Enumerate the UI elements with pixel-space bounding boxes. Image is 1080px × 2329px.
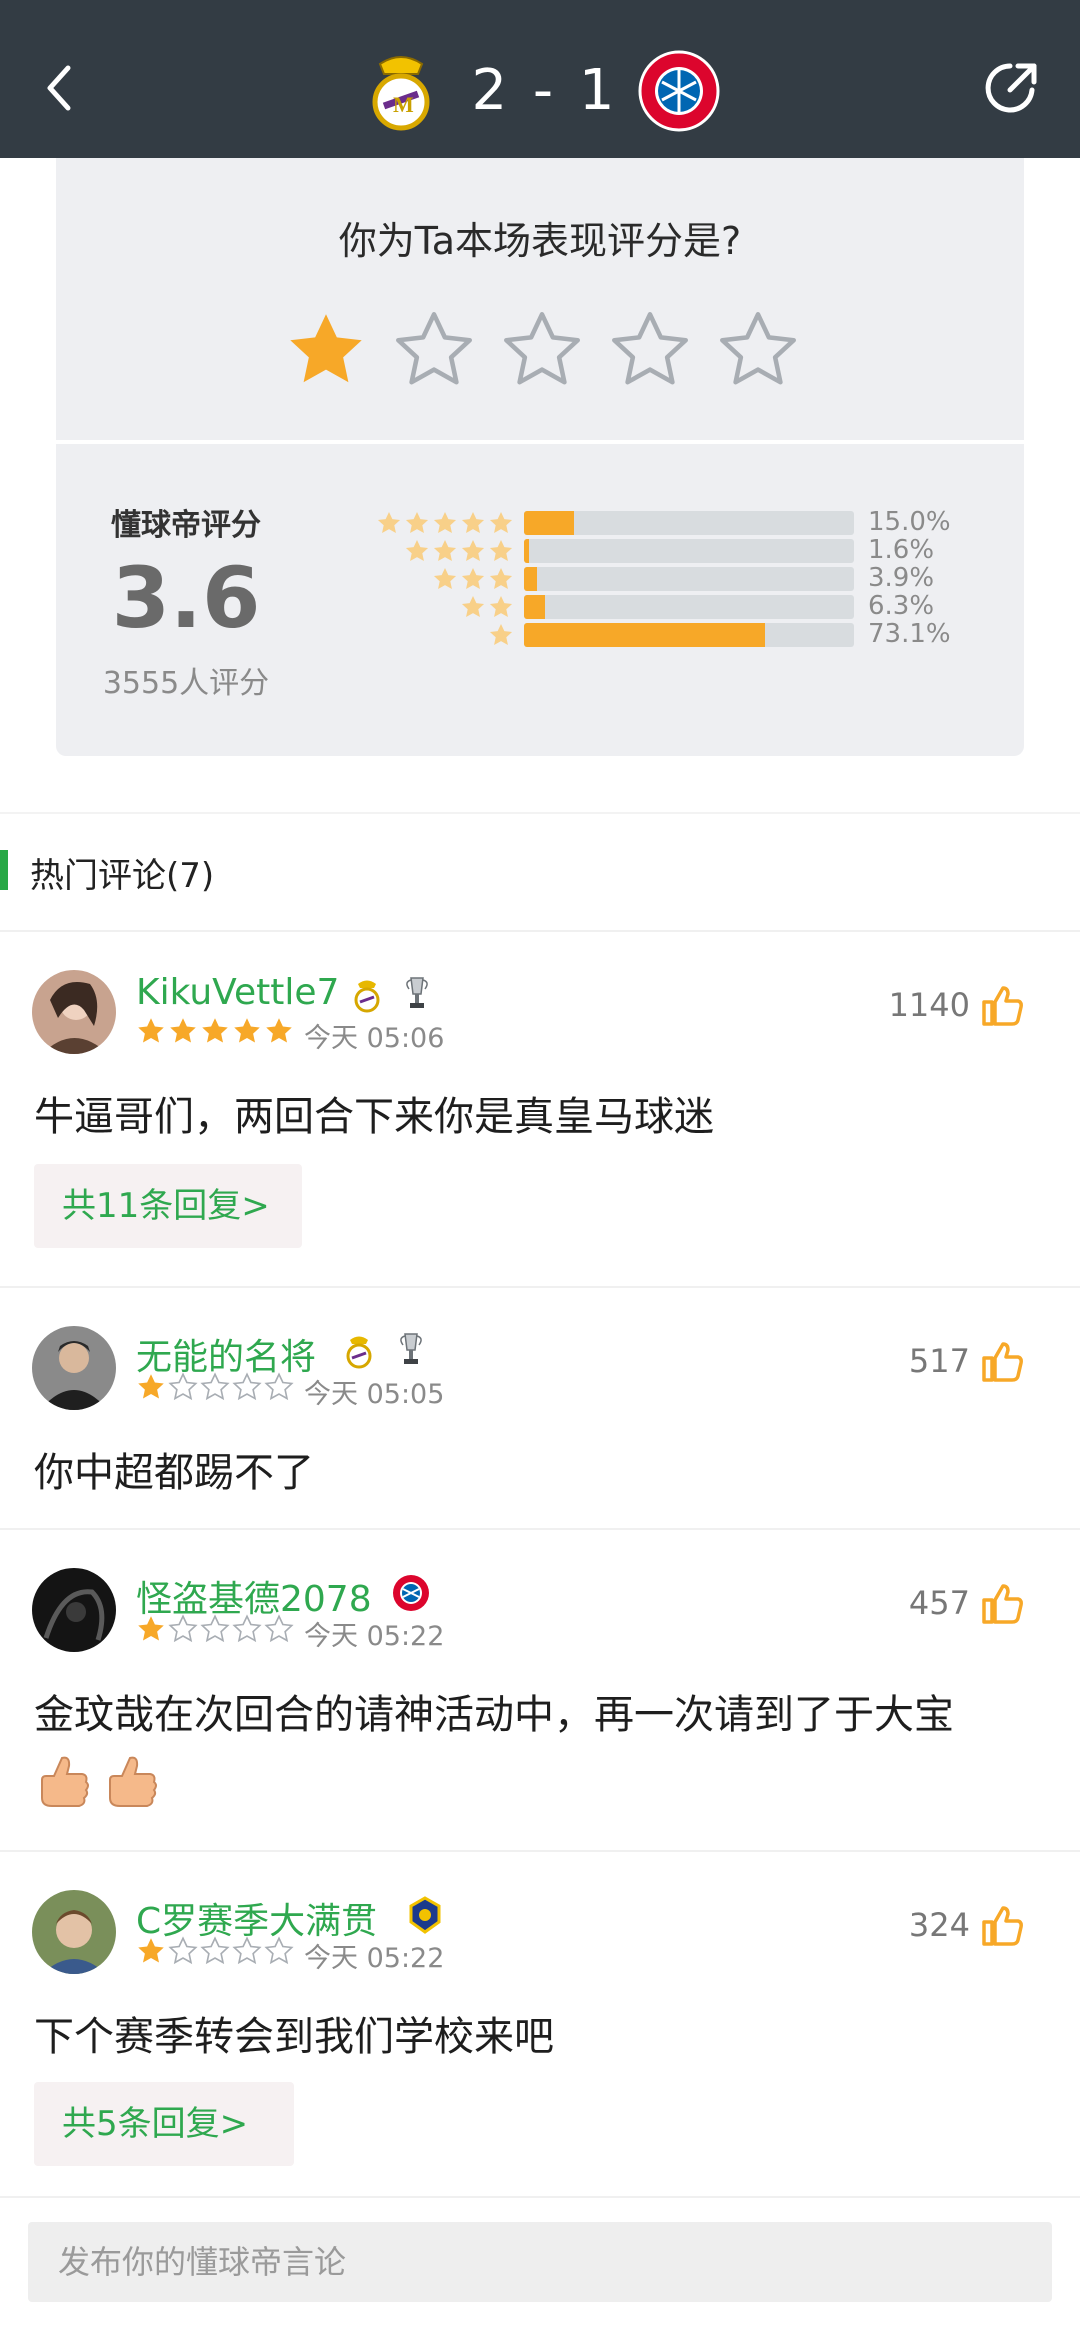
comment-text: 金玟哉在次回合的请神活动中，再一次请到了于大宝	[34, 1692, 954, 1738]
section-divider	[0, 812, 1080, 814]
distribution-stars	[488, 622, 514, 652]
rating-star-2-icon[interactable]	[392, 308, 476, 398]
real-madrid-badge-icon	[350, 976, 384, 1014]
distribution-bar-fill	[524, 567, 537, 591]
distribution-bar-track	[524, 539, 854, 563]
user-rating-stars[interactable]	[284, 308, 800, 398]
trophy-icon	[394, 1330, 428, 1368]
rating-star-4-icon[interactable]	[608, 308, 692, 398]
distribution-bar-fill	[524, 511, 574, 535]
avatar[interactable]	[32, 970, 116, 1054]
like-count: 324	[908, 1906, 970, 1944]
comment-input[interactable]: 发布你的懂球帝言论	[28, 2222, 1052, 2302]
rating-question: 你为Ta本场表现评分是?	[338, 219, 742, 263]
bayern-crest-icon	[638, 50, 720, 132]
comment-rating-stars	[136, 1016, 294, 1046]
comment-item: KikuVettle7 今天 05:06 1140 牛逼哥们，两回合下来你是真皇…	[0, 932, 1080, 1288]
avatar[interactable]	[32, 1568, 116, 1652]
distribution-row-3-star: 3.9%	[320, 563, 960, 593]
distribution-row-5-star: 15.0%	[320, 507, 960, 537]
thumbs-up-emoji-icon	[36, 1752, 92, 1812]
score-label: 懂球帝评分	[111, 508, 261, 543]
avatar[interactable]	[32, 1890, 116, 1974]
match-score: 2 - 1	[471, 58, 619, 123]
rating-card: 你为Ta本场表现评分是? 懂球帝评分 3.6 3555人评分 15.0% 1.6%…	[56, 158, 1024, 756]
thumbs-up-icon[interactable]	[978, 982, 1026, 1030]
distribution-bar-track	[524, 567, 854, 591]
chevron-left-icon[interactable]	[40, 58, 80, 118]
comment-username[interactable]: KikuVettle7	[136, 972, 339, 1013]
distribution-bar-track	[524, 595, 854, 619]
comment-item: C罗赛季大满贯 今天 05:22 324 下个赛季转会到我们学校来吧 共5条回复…	[0, 1852, 1080, 2196]
comment-rating-stars	[136, 1372, 294, 1402]
rating-count: 3555人评分	[102, 666, 270, 701]
average-score: 3.6	[111, 549, 261, 647]
thumbs-up-icon[interactable]	[978, 1338, 1026, 1386]
distribution-bar-track	[524, 623, 854, 647]
comment-time: 今天 05:22	[304, 1621, 445, 1652]
rating-star-3-icon[interactable]	[500, 308, 584, 398]
bayern-badge-icon	[392, 1574, 429, 1612]
comment-time: 今天 05:06	[304, 1023, 445, 1054]
distribution-bar-fill	[524, 623, 766, 647]
avatar[interactable]	[32, 1326, 116, 1410]
like-count: 457	[908, 1584, 970, 1622]
comment-rating-stars	[136, 1614, 294, 1644]
thumbs-up-icon[interactable]	[978, 1902, 1026, 1950]
match-header: M 2 - 1	[0, 0, 1080, 158]
svg-text:M: M	[393, 92, 414, 117]
comment-item: 怪盗基德2078 今天 05:22 457 金玟哉在次回合的请神活动中，再一次请…	[0, 1530, 1080, 1852]
al-nassr-badge-icon	[408, 1896, 442, 1934]
distribution-bar-fill	[524, 595, 545, 619]
distribution-percent: 73.1%	[868, 619, 951, 649]
distribution-bar-track	[524, 511, 854, 535]
star-icon	[488, 622, 514, 652]
distribution-row-1-star: 73.1%	[320, 619, 960, 649]
like-count: 1140	[888, 986, 970, 1024]
rating-star-1-icon[interactable]	[284, 308, 368, 398]
rating-star-5-icon[interactable]	[716, 308, 800, 398]
real-madrid-badge-icon	[342, 1332, 376, 1370]
view-replies-button[interactable]: 共11条回复>	[34, 1164, 302, 1248]
comment-text: 下个赛季转会到我们学校来吧	[34, 2014, 554, 2060]
comment-time: 今天 05:05	[304, 1379, 445, 1410]
view-replies-button[interactable]: 共5条回复>	[34, 2082, 294, 2166]
comment-rating-stars	[136, 1936, 294, 1966]
comment-time: 今天 05:22	[304, 1943, 445, 1974]
comment-text: 你中超都踢不了	[34, 1450, 314, 1496]
trophy-icon	[400, 974, 434, 1012]
comment-item: 无能的名将 今天 05:05 517 你中超都踢不了	[0, 1288, 1080, 1530]
share-icon[interactable]	[980, 56, 1044, 120]
distribution-bar-fill	[524, 539, 530, 563]
comment-text: 牛逼哥们，两回合下来你是真皇马球迷	[34, 1094, 714, 1140]
thumbs-up-emoji-icon	[104, 1752, 160, 1812]
card-divider	[56, 440, 1024, 444]
distribution-row-2-star: 6.3%	[320, 591, 960, 621]
real-madrid-crest-icon: M	[360, 50, 442, 132]
thumbs-up-icon[interactable]	[978, 1580, 1026, 1628]
like-count: 517	[908, 1342, 970, 1380]
hot-comments-title: 热门评论(7)	[30, 856, 215, 896]
section-accent-bar	[0, 850, 8, 890]
distribution-row-4-star: 1.6%	[320, 535, 960, 565]
